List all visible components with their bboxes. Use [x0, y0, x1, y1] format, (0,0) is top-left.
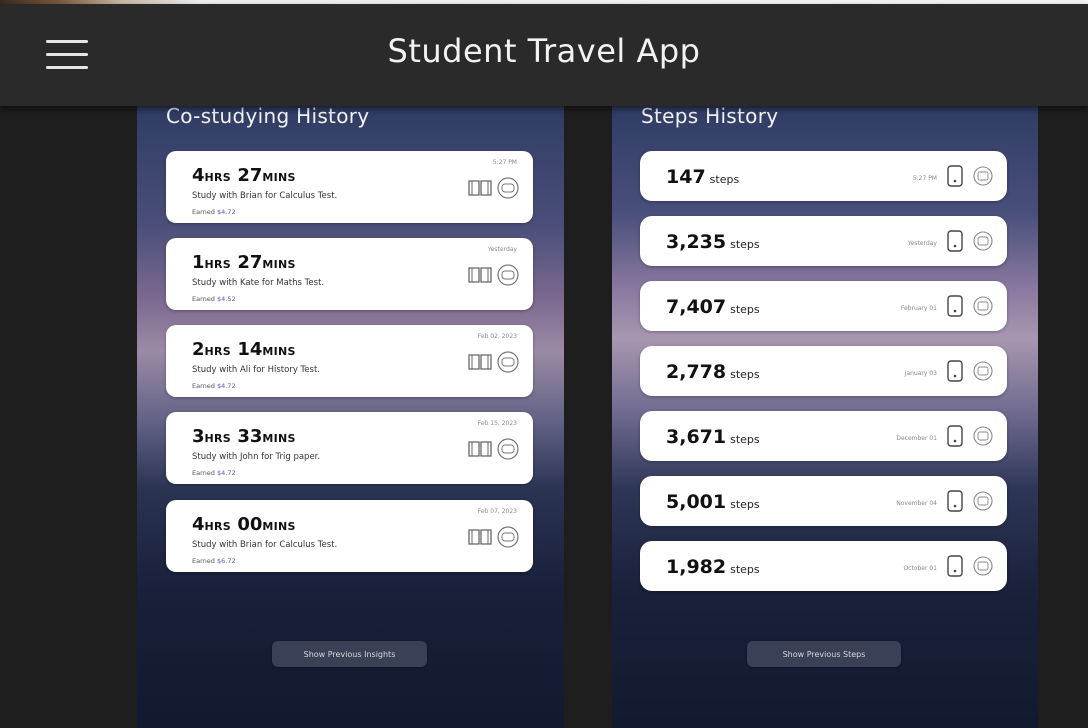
study-duration: 3HRS 33MINS: [192, 426, 296, 447]
study-date: Yesterday: [487, 246, 517, 253]
step-count: 2,778 steps: [666, 361, 760, 383]
step-count: 147 steps: [666, 166, 740, 188]
coin-icon: [973, 296, 993, 316]
step-date: February 01: [900, 305, 937, 312]
study-description: Study with Brian for Calculus Test.: [192, 191, 338, 201]
step-card[interactable]: 3,235 steps Yesterday: [640, 216, 1007, 266]
study-date: Feb 07, 2023: [477, 508, 517, 515]
study-card[interactable]: 2HRS 14MINS Study with Ali for History T…: [166, 325, 533, 397]
book-icon: [468, 267, 492, 283]
coin-icon: [497, 264, 519, 286]
study-duration: 4HRS 27MINS: [192, 165, 296, 186]
step-card[interactable]: 2,778 steps January 03: [640, 346, 1007, 396]
step-date: January 03: [904, 370, 937, 377]
step-date: Yesterday: [907, 240, 937, 247]
coin-icon: [497, 526, 519, 548]
coin-icon: [497, 438, 519, 460]
study-card[interactable]: 3HRS 33MINS Study with John for Trig pap…: [166, 412, 533, 484]
step-date: 5:27 PM: [912, 175, 937, 182]
co-studying-title: Co-studying History: [166, 104, 370, 128]
step-card[interactable]: 7,407 steps February 01: [640, 281, 1007, 331]
study-duration: 1HRS 27MINS: [192, 252, 296, 273]
study-duration: 4HRS 00MINS: [192, 514, 296, 535]
study-earned: Earned $4.72: [192, 208, 236, 216]
phone-icon: [947, 490, 963, 512]
show-previous-insights-button[interactable]: Show Previous Insights: [272, 641, 427, 667]
step-count: 5,001 steps: [666, 491, 760, 513]
study-description: Study with John for Trig paper.: [192, 452, 321, 462]
phone-icon: [947, 360, 963, 382]
study-earned: Earned $4.72: [192, 382, 236, 390]
study-date: Feb 02, 2023: [477, 333, 517, 340]
phone-icon: [947, 165, 963, 187]
study-description: Study with Kate for Maths Test.: [192, 278, 325, 288]
coin-icon: [497, 177, 519, 199]
study-card[interactable]: 1HRS 27MINS Study with Kate for Maths Te…: [166, 238, 533, 310]
app-bar: Student Travel App: [0, 4, 1088, 106]
study-date: Feb 15, 2023: [477, 420, 517, 427]
coin-icon: [497, 351, 519, 373]
study-earned: Earned $4.72: [192, 469, 236, 477]
show-previous-steps-button[interactable]: Show Previous Steps: [747, 641, 901, 667]
phone-icon: [947, 555, 963, 577]
coin-icon: [973, 491, 993, 511]
study-earned: Earned $4.52: [192, 295, 236, 303]
coin-icon: [973, 556, 993, 576]
study-card[interactable]: 4HRS 27MINS Study with Brian for Calculu…: [166, 151, 533, 223]
coin-icon: [973, 426, 993, 446]
step-card[interactable]: 147 steps 5:27 PM: [640, 151, 1007, 201]
steps-panel: Steps History 147 steps 5:27 PM 3,235 step…: [612, 100, 1038, 728]
step-card[interactable]: 1,982 steps October 01: [640, 541, 1007, 591]
co-studying-panel: Co-studying History 4HRS 27MINS Study wi…: [137, 100, 564, 728]
step-card[interactable]: 3,671 steps December 01: [640, 411, 1007, 461]
book-icon: [468, 354, 492, 370]
steps-title: Steps History: [641, 104, 779, 128]
phone-icon: [947, 425, 963, 447]
study-description: Study with Ali for History Test.: [192, 365, 320, 375]
study-card[interactable]: 4HRS 00MINS Study with Brian for Calculu…: [166, 500, 533, 572]
step-count: 1,982 steps: [666, 556, 760, 578]
step-count: 3,235 steps: [666, 231, 760, 253]
study-date: 5:27 PM: [492, 159, 517, 166]
study-description: Study with Brian for Calculus Test.: [192, 540, 338, 550]
coin-icon: [973, 231, 993, 251]
book-icon: [468, 441, 492, 457]
step-count: 7,407 steps: [666, 296, 760, 318]
coin-icon: [973, 166, 993, 186]
step-date: October 01: [903, 565, 937, 572]
study-duration: 2HRS 14MINS: [192, 339, 296, 360]
step-card[interactable]: 5,001 steps November 04: [640, 476, 1007, 526]
phone-icon: [947, 295, 963, 317]
phone-icon: [947, 230, 963, 252]
step-date: December 01: [896, 435, 937, 442]
coin-icon: [973, 361, 993, 381]
book-icon: [468, 180, 492, 196]
book-icon: [468, 529, 492, 545]
step-date: November 04: [896, 500, 937, 507]
step-count: 3,671 steps: [666, 426, 760, 448]
study-earned: Earned $6.72: [192, 557, 236, 565]
app-title: Student Travel App: [387, 32, 701, 70]
